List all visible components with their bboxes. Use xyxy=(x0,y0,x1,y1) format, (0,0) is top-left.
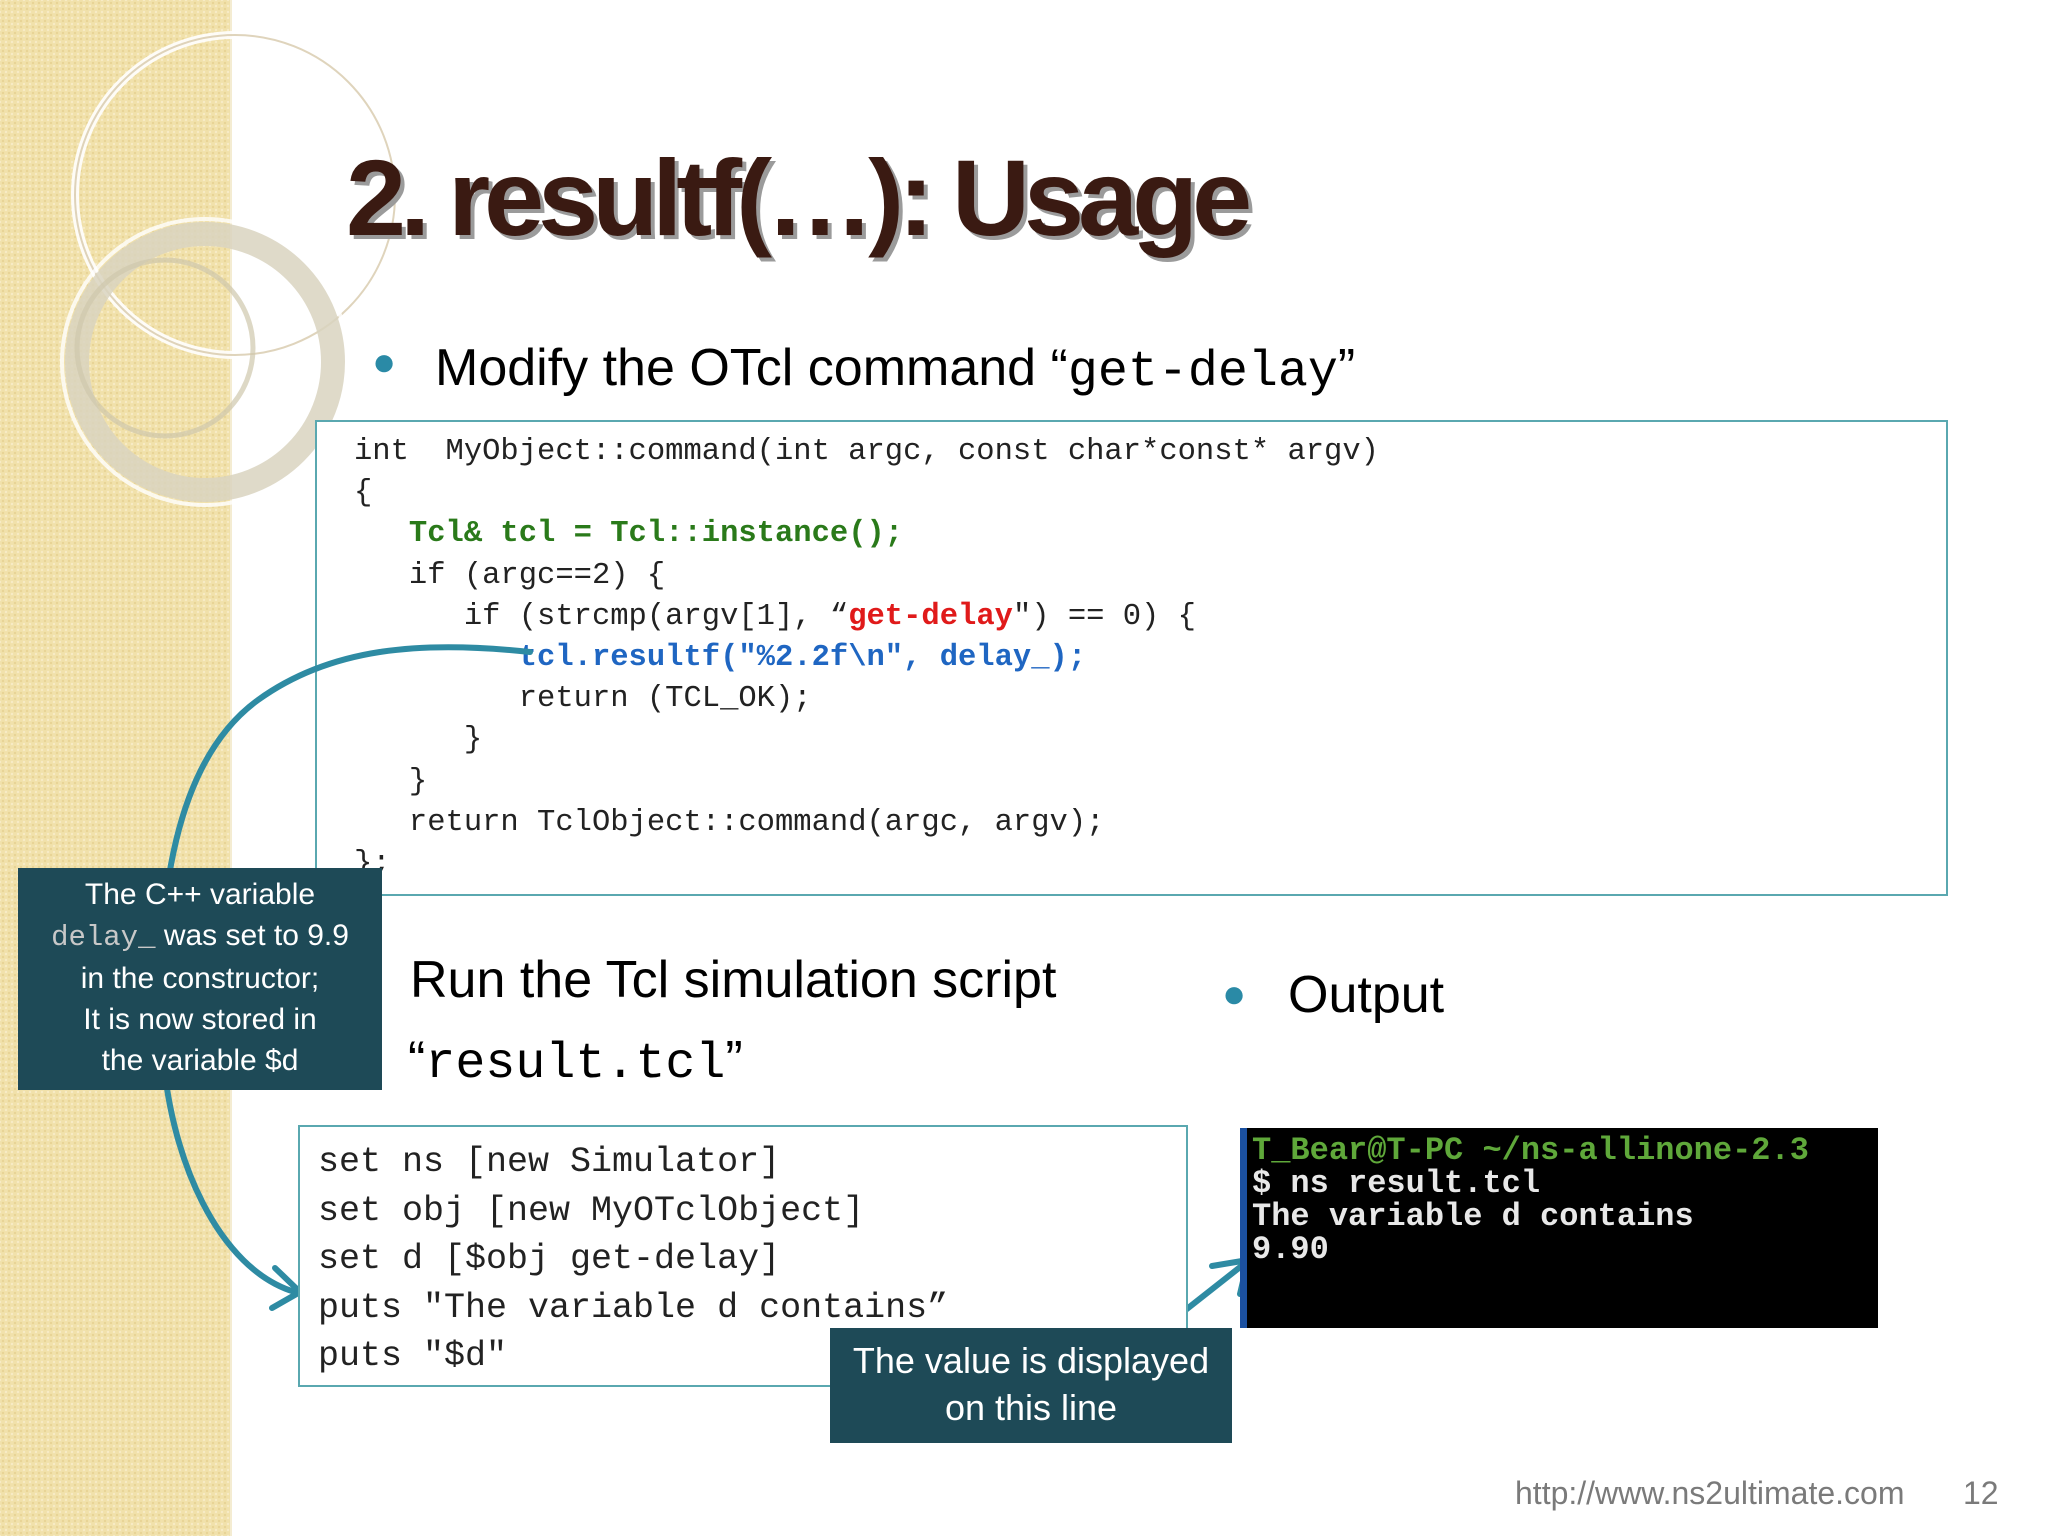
callout-text: The value is displayed xyxy=(852,1340,1210,1381)
footer-url: http://www.ns2ultimate.com xyxy=(1515,1475,1905,1511)
callout-text: on this line xyxy=(944,1387,1118,1428)
bullet-text: Modify the OTcl command “ xyxy=(435,339,1068,397)
code-line: { xyxy=(354,476,373,511)
slide-number: 12 xyxy=(1963,1475,1999,1511)
terminal-output: T_Bear@T-PC ~/ns-allinone-2.3 $ ns resul… xyxy=(1240,1128,1878,1328)
terminal-edge xyxy=(1240,1128,1247,1328)
callout-text: was set to 9.9 xyxy=(155,919,349,952)
callout-value-displayed: The value is displayed on this line xyxy=(830,1328,1232,1443)
code-line: } xyxy=(408,764,428,799)
code-line: if (argc==2) { xyxy=(408,558,666,593)
bullet-icon: ● xyxy=(372,340,397,384)
bullet-icon: ● xyxy=(1222,972,1247,1016)
code-line: return (TCL_OK); xyxy=(518,682,812,717)
code-line: if (strcmp(argv[1], “ xyxy=(463,599,849,634)
code-highlight-red: get-delay xyxy=(848,599,1013,634)
callout-code: delay_ xyxy=(51,921,156,954)
callout-delay-variable: The C++ variable delay_ was set to 9.9 i… xyxy=(18,868,382,1090)
bullet-modify-otcl: Modify the OTcl command “get-delay” xyxy=(435,338,1355,401)
script-line: set ns [new Simulator] xyxy=(318,1142,781,1182)
callout-text: The C++ variable xyxy=(84,878,316,911)
slide-title: 2. resultf(…): Usage xyxy=(346,137,1252,258)
script-line: puts "$d" xyxy=(318,1336,508,1376)
script-line: set d [$obj get-delay] xyxy=(318,1239,781,1279)
code-line: return TclObject::command(argc, argv); xyxy=(408,805,1105,840)
callout-text: in the constructor; xyxy=(80,962,320,995)
bullet-close-quote: ” xyxy=(1337,339,1356,397)
terminal-prompt: T_Bear@T-PC ~/ns-allinone-2.3 xyxy=(1252,1132,1809,1169)
code-line: } xyxy=(463,723,483,758)
terminal-output-line: The variable d contains xyxy=(1252,1198,1694,1235)
arrowhead-icon xyxy=(269,1265,303,1311)
output-heading: Output xyxy=(1288,966,1445,1024)
close-quote: ” xyxy=(725,1031,743,1089)
code-line: int MyObject::command(int argc, const ch… xyxy=(354,435,1379,469)
code-line-highlight-blue: tcl.resultf("%2.2f\n", delay_); xyxy=(518,641,1087,676)
script-line: puts "The variable d contains” xyxy=(318,1287,949,1328)
run-heading-filename: “result.tcl” xyxy=(408,1030,743,1093)
filename-code: result.tcl xyxy=(425,1036,726,1093)
code-line: ") == 0) { xyxy=(1012,599,1196,634)
run-heading: Run the Tcl simulation script xyxy=(410,951,1057,1009)
bullet-code: get-delay xyxy=(1067,344,1338,401)
terminal-command: $ ns result.tcl xyxy=(1252,1165,1541,1202)
callout-text: the variable $d xyxy=(101,1044,299,1077)
script-line: set obj [new MyOTclObject] xyxy=(318,1190,865,1231)
callout-text: It is now stored in xyxy=(83,1003,317,1036)
terminal-output-value: 9.90 xyxy=(1252,1231,1329,1268)
open-quote: “ xyxy=(408,1031,426,1089)
cpp-code: int MyObject::command(int argc, const ch… xyxy=(354,432,1379,885)
callout-text-row: delay_ was set to 9.9 xyxy=(18,915,382,958)
code-line-highlight-green: Tcl& tcl = Tcl::instance(); xyxy=(408,517,904,552)
